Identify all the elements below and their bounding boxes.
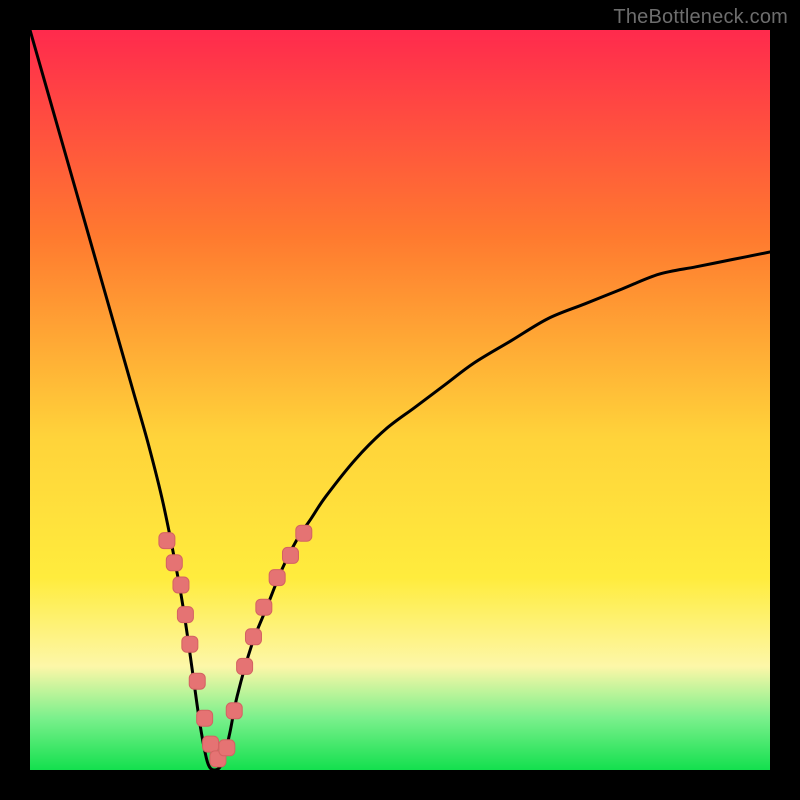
marker-point bbox=[237, 658, 253, 674]
marker-point bbox=[189, 673, 205, 689]
bottleneck-chart bbox=[30, 30, 770, 770]
marker-point bbox=[173, 577, 189, 593]
marker-point bbox=[226, 703, 242, 719]
marker-point bbox=[166, 555, 182, 571]
marker-point bbox=[269, 570, 285, 586]
marker-point bbox=[219, 740, 235, 756]
marker-point bbox=[177, 607, 193, 623]
chart-frame bbox=[30, 30, 770, 770]
chart-background bbox=[30, 30, 770, 770]
marker-point bbox=[197, 710, 213, 726]
marker-point bbox=[256, 599, 272, 615]
marker-point bbox=[182, 636, 198, 652]
marker-point bbox=[159, 533, 175, 549]
watermark-text: TheBottleneck.com bbox=[613, 6, 788, 29]
marker-point bbox=[296, 525, 312, 541]
marker-point bbox=[282, 547, 298, 563]
marker-point bbox=[245, 629, 261, 645]
marker-point bbox=[203, 736, 219, 752]
